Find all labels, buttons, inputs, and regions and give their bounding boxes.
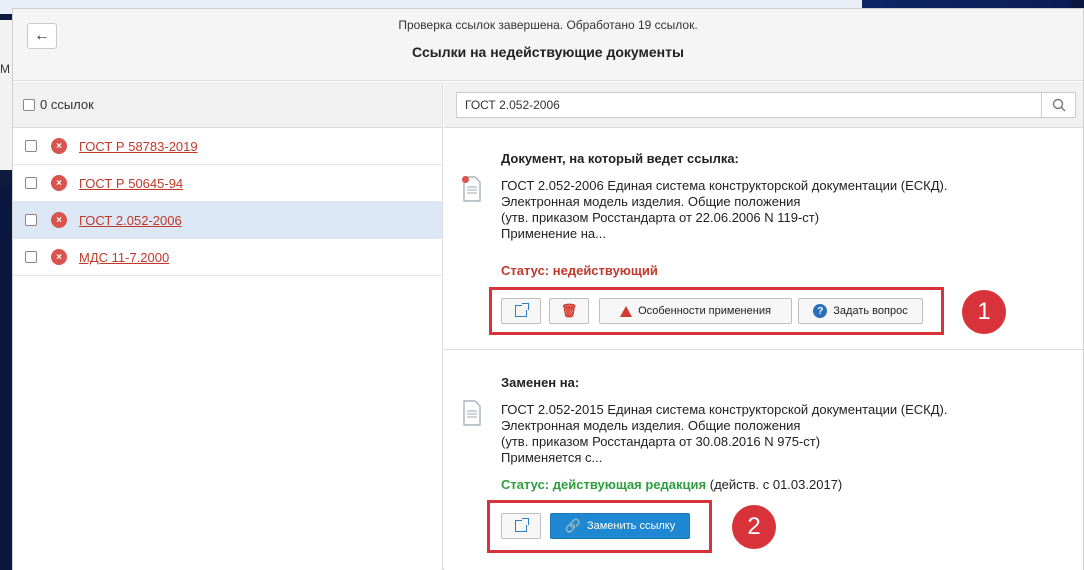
replacement-document-section: Заменен на: ГОСТ 2.052-2015 Единая систе…: [444, 350, 1083, 570]
description-line: Применяется с...: [501, 450, 603, 465]
error-icon: ×: [51, 175, 67, 191]
background-left-text: М: [0, 62, 10, 76]
search-bar: [444, 82, 1083, 128]
list-item-selected[interactable]: × ГОСТ 2.052-2006: [13, 202, 442, 239]
description-line: Применение на...: [501, 226, 606, 241]
replacement-description: ГОСТ 2.052-2015 Единая система конструкт…: [501, 402, 1041, 466]
check-status-text: Проверка ссылок завершена. Обработано 19…: [398, 18, 698, 32]
replacement-heading: Заменен на:: [501, 375, 580, 390]
status-valid-line: Статус: действующая редакция (действ. с …: [501, 477, 842, 492]
search-input[interactable]: [456, 92, 1046, 118]
description-line: ГОСТ 2.052-2006 Единая система конструкт…: [501, 178, 948, 193]
document-icon: [463, 400, 481, 426]
document-details-pane: Документ, на который ведет ссылка: ГОСТ …: [444, 82, 1083, 570]
document-link[interactable]: ГОСТ Р 50645-94: [79, 176, 183, 191]
select-all-checkbox[interactable]: [23, 98, 35, 111]
target-document-description: ГОСТ 2.052-2006 Единая система конструкт…: [501, 178, 1041, 242]
links-list-pane: 0 ссылок × ГОСТ Р 58783-2019 × ГОСТ Р 50…: [13, 82, 443, 570]
item-checkbox[interactable]: [25, 214, 37, 226]
error-icon: ×: [51, 212, 67, 228]
item-checkbox[interactable]: [25, 177, 37, 189]
list-toolbar: 0 ссылок: [13, 82, 442, 128]
list-item[interactable]: × ГОСТ Р 50645-94: [13, 165, 442, 202]
description-line: Электронная модель изделия. Общие положе…: [501, 194, 801, 209]
dialog-title: Ссылки на недействующие документы: [412, 44, 684, 60]
annotation-badge-1: 1: [962, 290, 1006, 334]
status-valid: Статус: действующая редакция: [501, 477, 707, 492]
links-list: × ГОСТ Р 58783-2019 × ГОСТ Р 50645-94 × …: [13, 128, 442, 276]
target-document-section: Документ, на который ведет ссылка: ГОСТ …: [444, 128, 1083, 350]
annotation-badge-2: 2: [732, 505, 776, 549]
selected-count-label: 0 ссылок: [40, 97, 94, 112]
broken-links-dialog: ← Проверка ссылок завершена. Обработано …: [12, 8, 1084, 570]
status-effective-date: (действ. с 01.03.2017): [709, 477, 843, 492]
list-item[interactable]: × МДС 11-7.2000: [13, 239, 442, 276]
item-checkbox[interactable]: [25, 251, 37, 263]
target-document-heading: Документ, на который ведет ссылка:: [501, 151, 739, 166]
error-icon: ×: [51, 138, 67, 154]
error-icon: ×: [51, 249, 67, 265]
description-line: (утв. приказом Росстандарта от 22.06.200…: [501, 210, 820, 225]
item-checkbox[interactable]: [25, 140, 37, 152]
document-error-icon: [462, 176, 481, 202]
annotation-frame-2: [487, 500, 712, 553]
status-invalid: Статус: недействующий: [501, 263, 658, 278]
search-button[interactable]: [1041, 92, 1076, 118]
annotation-frame-1: [489, 287, 944, 335]
description-line: (утв. приказом Росстандарта от 30.08.201…: [501, 434, 821, 449]
dialog-header: ← Проверка ссылок завершена. Обработано …: [13, 9, 1083, 81]
list-item[interactable]: × ГОСТ Р 58783-2019: [13, 128, 442, 165]
document-link[interactable]: ГОСТ 2.052-2006: [79, 213, 182, 228]
document-link[interactable]: МДС 11-7.2000: [79, 250, 169, 265]
description-line: ГОСТ 2.052-2015 Единая система конструкт…: [501, 402, 948, 417]
search-icon: [1052, 98, 1065, 112]
description-line: Электронная модель изделия. Общие положе…: [501, 418, 801, 433]
document-link[interactable]: ГОСТ Р 58783-2019: [79, 139, 198, 154]
